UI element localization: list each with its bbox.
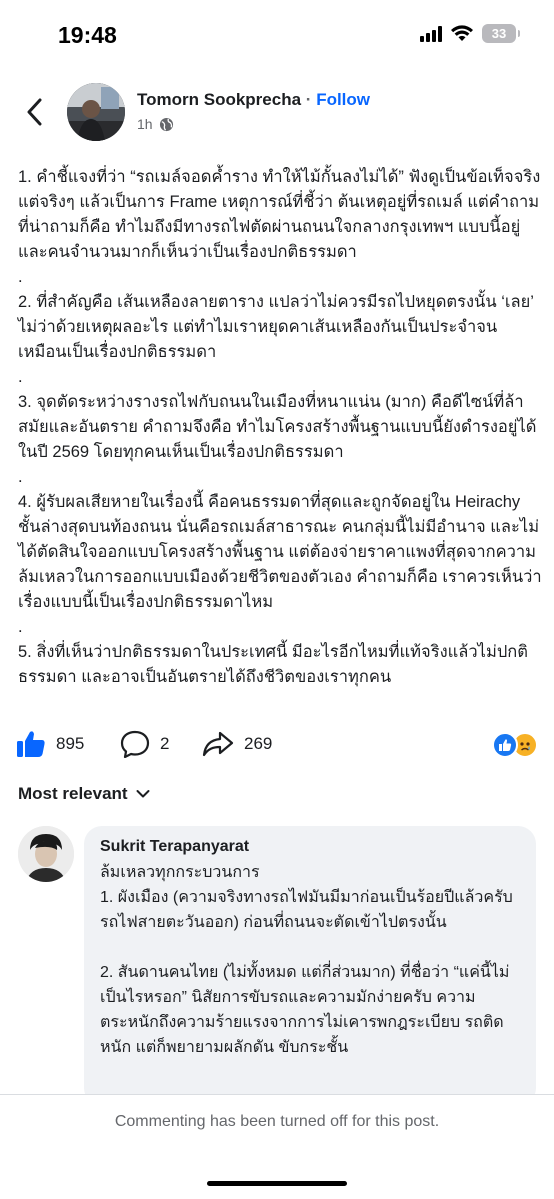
- battery-icon: 33: [482, 24, 520, 43]
- author-line: Tomorn Sookprecha · Follow: [137, 90, 370, 110]
- signal-icon: [420, 25, 442, 42]
- wifi-icon: [451, 25, 473, 41]
- share-icon: [202, 731, 234, 757]
- comments-disabled-footer: Commenting has been turned off for this …: [0, 1094, 554, 1199]
- share-button[interactable]: 269: [202, 730, 272, 758]
- post-paragraph-4: 4. ผู้รับผลเสียหายในเรื่องนี้ คือคนธรรมด…: [18, 493, 542, 636]
- comments-count: 2: [160, 734, 170, 753]
- follow-button[interactable]: Follow: [316, 90, 370, 109]
- post-header: Tomorn Sookprecha · Follow 1h: [0, 80, 554, 144]
- status-time: 19:48: [58, 22, 117, 48]
- like-reaction-icon: [492, 732, 518, 758]
- post-paragraph-2: 2. ที่สำคัญคือ เส้นเหลืองลายตาราง แปลว่า…: [18, 293, 534, 386]
- post-paragraph-1: 1. คำชี้แจงที่ว่า “รถเมล์จอดค้ำราง ทำให้…: [18, 168, 541, 286]
- post-body: 1. คำชี้แจงที่ว่า “รถเมล์จอดค้ำราง ทำให้…: [18, 165, 542, 690]
- author-separator: ·: [305, 90, 312, 109]
- commenter-name[interactable]: Sukrit Terapanyarat: [100, 836, 520, 858]
- globe-icon: [159, 117, 173, 131]
- post-paragraph-5: 5. สิ่งที่เห็นว่าปกติธรรมดาในประเทศนี้ ม…: [18, 643, 528, 686]
- comment-bubble: Sukrit Terapanyarat ล้มเหลวทุกกระบวนการ …: [84, 826, 536, 1106]
- sort-selector[interactable]: Most relevant: [18, 784, 150, 804]
- comments-disabled-notice: Commenting has been turned off for this …: [114, 1113, 440, 1130]
- post-time[interactable]: 1h: [137, 116, 153, 132]
- status-icons: 33: [420, 24, 520, 43]
- commenter-avatar[interactable]: [18, 826, 74, 882]
- likes-count: 895: [56, 734, 85, 753]
- back-button[interactable]: [20, 94, 48, 130]
- chevron-left-icon: [27, 98, 42, 126]
- comment-text: ล้มเหลวทุกกระบวนการ 1. ผังเมือง (ความจริ…: [100, 864, 513, 1056]
- comment-icon: [120, 730, 150, 758]
- reactions-bar: 895 2 269: [16, 730, 540, 762]
- reaction-summary[interactable]: [492, 732, 538, 758]
- post-meta: 1h: [137, 116, 174, 132]
- shares-count: 269: [244, 734, 273, 753]
- post-paragraph-3: 3. จุดตัดระหว่างรางรถไฟกับถนนในเมืองที่ห…: [18, 393, 537, 486]
- status-bar: 19:48 33: [0, 0, 554, 72]
- battery-level: 33: [491, 26, 507, 41]
- like-icon: [17, 731, 45, 757]
- author-name[interactable]: Tomorn Sookprecha: [137, 90, 301, 109]
- sort-label: Most relevant: [18, 784, 128, 803]
- author-avatar[interactable]: [67, 83, 125, 141]
- home-indicator[interactable]: [207, 1181, 347, 1186]
- chevron-down-icon: [136, 790, 150, 798]
- comment-button[interactable]: 2: [120, 730, 169, 758]
- like-button[interactable]: 895: [16, 730, 84, 758]
